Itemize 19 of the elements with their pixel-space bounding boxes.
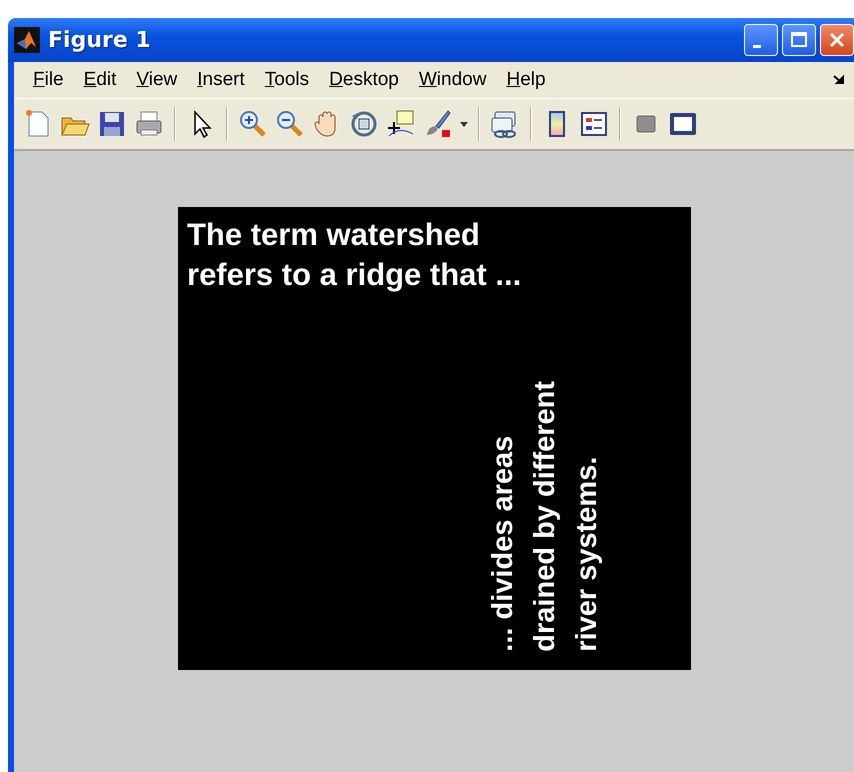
rotated-text-annotation: ... divides areas drained by different river systems. — [486, 381, 604, 652]
dock-arrow-icon[interactable] — [832, 74, 846, 86]
close-button[interactable] — [820, 24, 854, 56]
menu-item[interactable]: Insert — [188, 67, 254, 93]
minimize-button[interactable] — [744, 24, 778, 56]
menu-item[interactable]: View — [127, 67, 186, 93]
menu-item[interactable]: Desktop — [320, 67, 408, 93]
close-icon — [828, 31, 846, 49]
maximize-button[interactable] — [782, 24, 816, 56]
menu-item[interactable]: Help — [497, 67, 555, 93]
menu-item[interactable]: File — [24, 67, 73, 93]
maximize-icon — [790, 31, 808, 49]
minimize-icon — [753, 44, 761, 48]
app-logo-icon — [14, 27, 40, 53]
menu-item[interactable]: Window — [410, 67, 496, 93]
window-title: Figure 1 — [48, 28, 151, 52]
menu-item[interactable]: Edit — [74, 67, 126, 93]
menu-item[interactable]: Tools — [256, 67, 318, 93]
text-annotation: The term watershed refers to a ridge that ... — [187, 216, 522, 294]
